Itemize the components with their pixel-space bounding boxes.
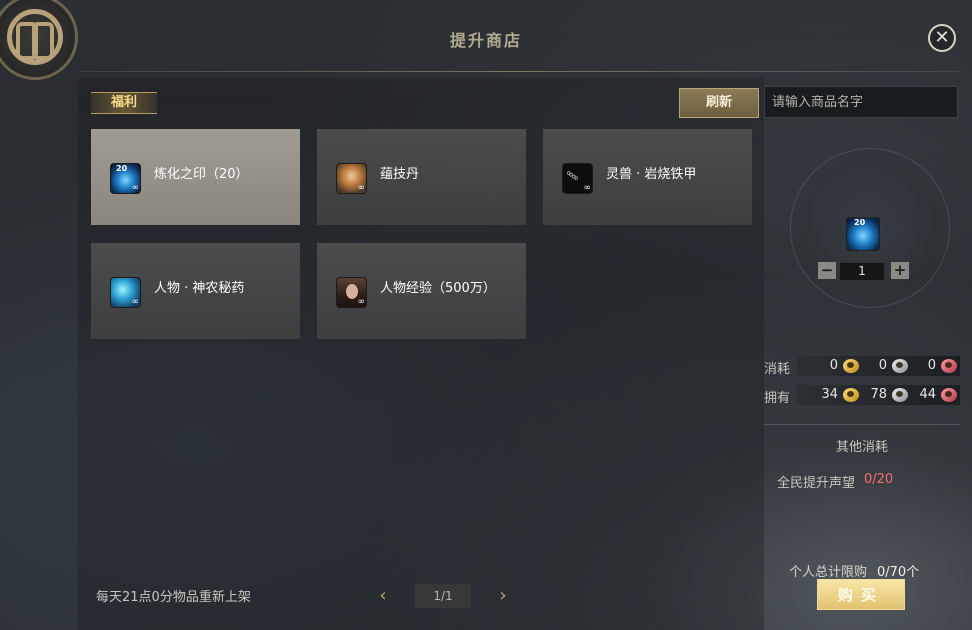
chevron-right-icon[interactable]: ›	[495, 584, 511, 608]
cost-silver-value: 0	[878, 358, 887, 373]
shop-item-card[interactable]: ∞ 灵兽 · 岩烧铁甲	[543, 129, 752, 225]
close-icon[interactable]: ✕	[928, 24, 956, 52]
search-input[interactable]	[764, 86, 958, 118]
red-coin-icon	[941, 359, 957, 373]
bound-icon: ∞	[583, 183, 592, 193]
shop-item-card[interactable]: ∞ 人物 · 神农秘药	[91, 243, 300, 339]
detail-divider	[764, 424, 960, 425]
chevron-left-icon[interactable]: ‹	[375, 584, 391, 608]
quantity-increase-button[interactable]: +	[891, 262, 909, 279]
page-indicator: 1/1	[415, 584, 471, 608]
purchase-limit-label: 个人总计限购	[789, 565, 868, 580]
medicine-icon: ∞	[110, 277, 141, 308]
cost-label: 消耗	[764, 362, 791, 377]
shop-item-card[interactable]: ∞ 蕴技丹	[317, 129, 526, 225]
item-name: 蕴技丹	[380, 167, 420, 182]
bound-icon: ∞	[357, 183, 366, 193]
cost-red-value: 0	[927, 358, 936, 373]
quantity-field[interactable]: 1	[839, 262, 885, 281]
owned-label: 拥有	[764, 391, 791, 406]
red-coin-icon	[941, 388, 957, 402]
silver-coin-icon	[892, 388, 908, 402]
other-cost-title: 其他消耗	[835, 440, 888, 455]
owned-row: 拥有 34 78 44	[764, 385, 960, 407]
purchase-limit-value: 0/70个	[877, 565, 920, 580]
shop-item-card[interactable]: ∞ 人物经验（500万）	[317, 243, 526, 339]
seal-icon: 20 ∞	[110, 163, 141, 194]
silver-coin-icon	[892, 359, 908, 373]
portrait-icon: ∞	[336, 277, 367, 308]
selected-item-seal-icon: 20	[846, 217, 880, 251]
tab-welfare[interactable]: 福利	[91, 92, 157, 114]
item-name: 炼化之印（20）	[154, 167, 249, 182]
gold-coin-icon	[843, 359, 859, 373]
bound-icon: ∞	[357, 297, 366, 307]
item-name: 人物 · 神农秘药	[154, 281, 245, 296]
title-divider	[78, 71, 960, 72]
owned-gold-value: 34	[821, 387, 838, 402]
bound-icon: ∞	[131, 297, 140, 307]
cost-row: 消耗 0 0 0	[764, 356, 960, 378]
chain-icon: ∞	[562, 163, 593, 194]
cost-gold-value: 0	[829, 358, 838, 373]
owned-silver-value: 78	[870, 387, 887, 402]
pill-icon: ∞	[336, 163, 367, 194]
owned-red-value: 44	[919, 387, 936, 402]
item-name: 人物经验（500万）	[380, 281, 496, 296]
reputation-label: 全民提升声望	[777, 476, 856, 491]
restock-notice: 每天21点0分物品重新上架	[96, 590, 251, 605]
buy-button[interactable]: 购买	[817, 579, 905, 610]
item-name: 灵兽 · 岩烧铁甲	[606, 167, 697, 182]
bound-icon: ∞	[131, 183, 140, 193]
quantity-decrease-button[interactable]: −	[818, 262, 836, 279]
shop-item-card[interactable]: 20 ∞ 炼化之印（20）	[91, 129, 300, 225]
reputation-value: 0/20	[864, 472, 894, 487]
window-title: 提升商店	[449, 31, 522, 50]
refresh-button[interactable]: 刷新	[679, 88, 759, 118]
gold-coin-icon	[843, 388, 859, 402]
